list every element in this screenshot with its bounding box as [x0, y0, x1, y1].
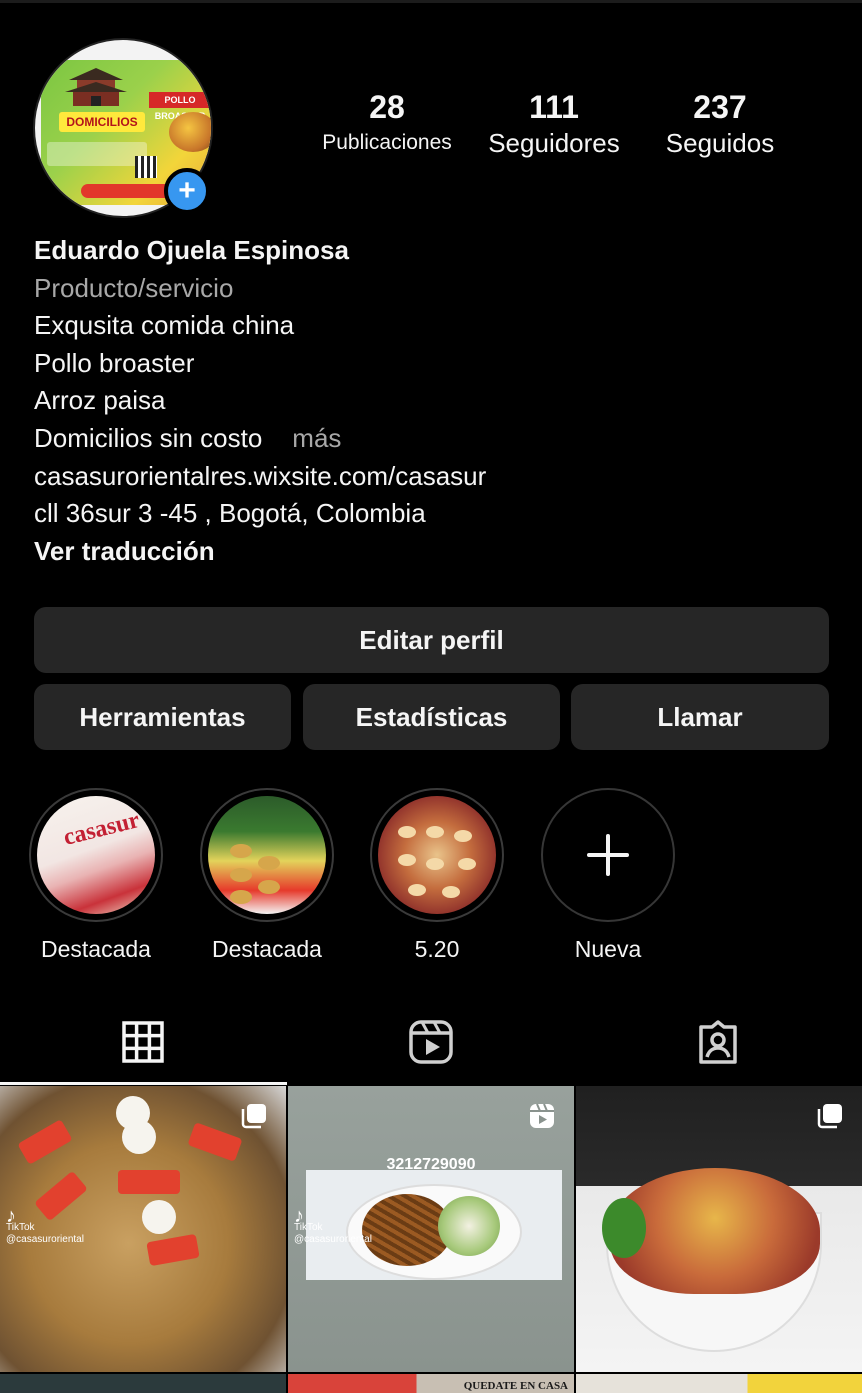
tab-reels[interactable]	[403, 1014, 459, 1070]
avatar-banner: POLLO BROASTER	[149, 92, 211, 121]
bio-line: Pollo broaster	[34, 347, 195, 378]
avatar-headline: DOMICILIOS	[59, 112, 145, 132]
highlight-ring: casasur	[29, 788, 163, 922]
carousel-icon	[241, 1104, 266, 1129]
post-thumbnail[interactable]	[576, 1374, 862, 1393]
post-thumbnail[interactable]: 3212729090 ♪ TikTok @casasuroriental	[288, 1086, 574, 1372]
post-phone-text: 3212729090	[386, 1156, 476, 1173]
posts-count-value: 28	[369, 89, 405, 125]
followers-count-label: Seguidores	[488, 128, 620, 158]
highlight-item[interactable]: Destacada	[199, 788, 335, 963]
insights-button[interactable]: Estadísticas	[303, 684, 560, 750]
highlight-label: Destacada	[41, 936, 151, 962]
highlight-label: Nueva	[574, 936, 642, 962]
followers-count[interactable]: 111 Seguidores	[474, 88, 634, 160]
highlight-label: Destacada	[212, 936, 322, 962]
highlight-cover-text: casasur	[60, 807, 143, 851]
carousel-icon	[817, 1104, 842, 1129]
avatar-phone-block	[47, 142, 147, 166]
qr-code-image	[135, 156, 157, 178]
profile-category: Producto/servicio	[34, 272, 234, 303]
highlight-cover	[208, 796, 326, 914]
bio-line: Domicilios sin costo	[34, 422, 263, 453]
watermark-label: TikTok	[294, 1222, 323, 1233]
tools-button[interactable]: Herramientas	[34, 684, 291, 750]
add-story-button[interactable]: +	[164, 168, 210, 214]
avatar-food-image	[169, 112, 211, 152]
watermark-handle: @casasuroriental	[294, 1234, 372, 1245]
tagged-icon	[699, 1020, 737, 1064]
tiktok-watermark: ♪ TikTok @casasuroriental	[294, 1205, 372, 1245]
bio-line: Arroz paisa	[34, 385, 166, 416]
active-tab-indicator	[0, 1082, 287, 1085]
bio-line: Exqusita comida china	[34, 310, 295, 341]
plus-icon: +	[178, 174, 196, 207]
following-count[interactable]: 237 Seguidos	[648, 88, 792, 160]
highlight-label: 5.20	[414, 936, 460, 962]
profile-bio: Eduardo Ojuela Espinosa Producto/servici…	[34, 232, 834, 570]
top-divider	[0, 0, 862, 3]
reel-icon	[530, 1103, 554, 1128]
reels-icon	[409, 1020, 453, 1064]
profile-website-link[interactable]: casasurorientalres.wixsite.com/casasur	[34, 458, 834, 496]
highlight-ring	[370, 788, 504, 922]
highlight-cover: casasur	[37, 796, 155, 914]
followers-count-value: 111	[529, 89, 579, 125]
posts-count[interactable]: 28 Publicaciones	[308, 88, 466, 160]
call-button[interactable]: Llamar	[571, 684, 829, 750]
highlight-item[interactable]: 5.20	[369, 788, 505, 963]
highlight-item[interactable]: casasur Destacada	[28, 788, 164, 963]
highlight-ring	[200, 788, 334, 922]
post-thumbnail[interactable]	[0, 1374, 286, 1393]
pagoda-image	[65, 68, 127, 106]
highlight-ring	[541, 788, 675, 922]
posts-count-label: Publicaciones	[322, 131, 452, 154]
watermark-label: TikTok	[6, 1222, 35, 1233]
post-thumbnail[interactable]: QUEDATE EN CASA	[288, 1374, 574, 1393]
bio-line-last: Domicilios sin costo más	[34, 420, 834, 458]
bio-more-link[interactable]: más	[292, 423, 341, 453]
edit-profile-button[interactable]: Editar perfil	[34, 607, 829, 673]
following-count-label: Seguidos	[665, 128, 775, 158]
post-thumbnail[interactable]: ♪ TikTok @casasuroriental	[0, 1086, 286, 1372]
highlight-cover	[378, 796, 496, 914]
following-count-value: 237	[693, 89, 747, 125]
new-highlight-button[interactable]: Nueva	[540, 788, 676, 963]
see-translation-link[interactable]: Ver traducción	[34, 533, 834, 571]
tab-tagged[interactable]	[690, 1014, 746, 1070]
post-thumbnail[interactable]	[576, 1086, 862, 1372]
tiktok-watermark: ♪ TikTok @casasuroriental	[6, 1205, 84, 1245]
watermark-handle: @casasuroriental	[6, 1234, 84, 1245]
plus-icon	[587, 834, 629, 876]
tab-posts-grid[interactable]	[115, 1014, 171, 1070]
post-caption-text: QUEDATE EN CASA	[463, 1380, 568, 1392]
profile-address[interactable]: cll 36sur 3 -45 , Bogotá, Colombia	[34, 495, 834, 533]
profile-name: Eduardo Ojuela Espinosa	[34, 235, 349, 265]
grid-icon	[122, 1021, 164, 1063]
